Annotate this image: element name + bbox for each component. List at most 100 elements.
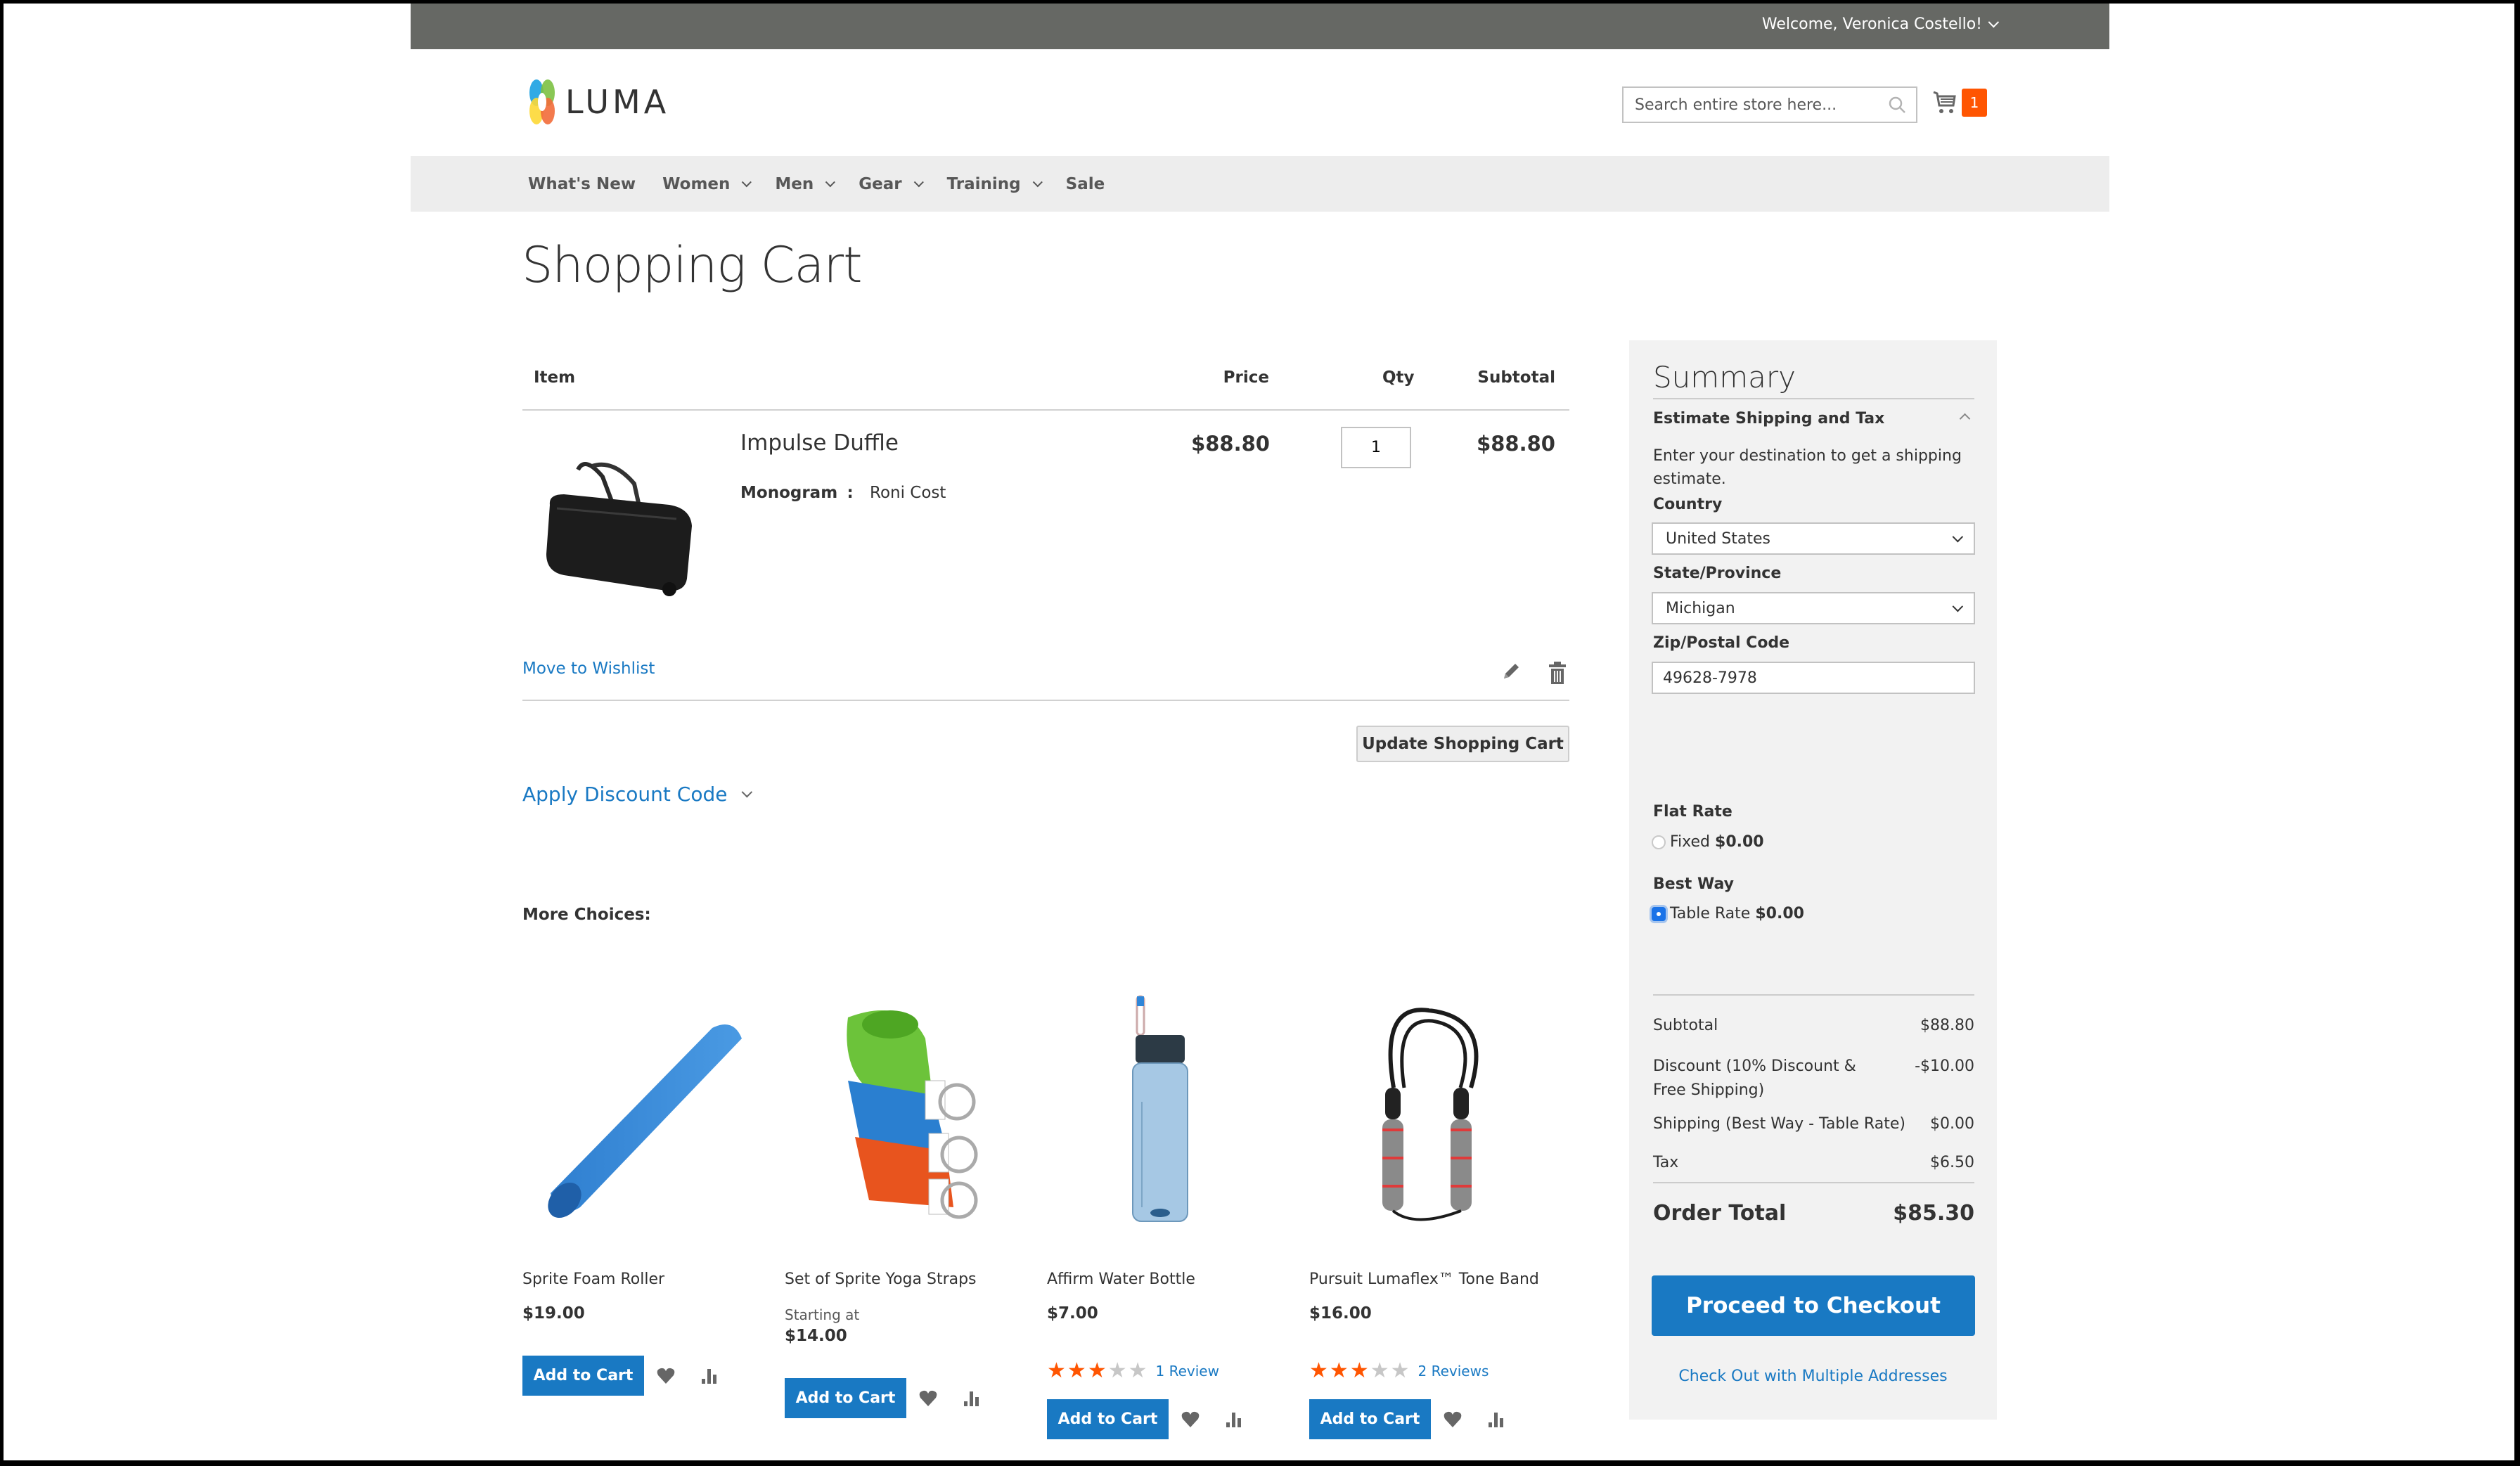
chevron-down-icon <box>913 176 924 187</box>
state-label: State/Province <box>1653 565 1782 582</box>
order-total-divider <box>1653 1182 1974 1183</box>
star-empty-icon: ★ <box>1107 1358 1127 1383</box>
logo[interactable]: LUMA <box>529 79 669 125</box>
minicart[interactable]: 1 <box>1932 89 1987 117</box>
table-header-divider <box>522 409 1569 411</box>
nav-label: Training <box>946 174 1021 193</box>
state-select[interactable]: Michigan <box>1652 592 1975 624</box>
add-to-cart-button[interactable]: Add to Cart <box>785 1378 906 1418</box>
add-to-wishlist-button[interactable] <box>918 1388 939 1409</box>
star-filled-icon: ★ <box>1087 1358 1107 1383</box>
search-icon[interactable] <box>1888 96 1906 114</box>
product-image-water-bottle[interactable] <box>1047 989 1288 1230</box>
column-header-price: Price <box>1223 368 1269 387</box>
edit-item-button[interactable] <box>1500 661 1522 682</box>
search-box[interactable] <box>1622 86 1917 123</box>
add-to-compare-button[interactable] <box>961 1388 982 1409</box>
add-to-cart-button[interactable]: Add to Cart <box>1047 1399 1169 1439</box>
state-value: Michigan <box>1666 599 1735 617</box>
product-image-impulse-duffle[interactable] <box>536 456 709 603</box>
rating-summary: ★ ★ ★ ★ ★ 2 Reviews <box>1309 1361 1489 1382</box>
nav-item-sale[interactable]: Sale <box>1066 175 1105 193</box>
chevron-down-icon <box>1032 176 1043 187</box>
zip-input[interactable] <box>1652 662 1975 694</box>
totals-label: Tax <box>1653 1154 1679 1171</box>
reviews-link[interactable]: 2 Reviews <box>1418 1363 1489 1380</box>
star-empty-icon: ★ <box>1370 1358 1389 1383</box>
product-name-link[interactable]: Sprite Foam Roller <box>522 1271 664 1288</box>
totals-value: $6.50 <box>1930 1154 1974 1171</box>
star-filled-icon: ★ <box>1067 1358 1086 1383</box>
add-to-wishlist-button[interactable] <box>1442 1409 1463 1430</box>
product-name-link[interactable]: Affirm Water Bottle <box>1047 1271 1195 1288</box>
add-to-cart-button[interactable]: Add to Cart <box>522 1356 644 1396</box>
totals-row-discount: Discount (10% Discount & Free Shipping) … <box>1653 1055 1974 1102</box>
remove-item-button[interactable] <box>1547 661 1568 685</box>
cart-summary: Summary Estimate Shipping and Tax Enter … <box>1629 340 1997 1420</box>
totals-row-shipping: Shipping (Best Way - Table Rate) $0.00 <box>1653 1115 1974 1133</box>
product-price: $14.00 <box>785 1327 847 1345</box>
carrier-title: Flat Rate <box>1653 803 1732 821</box>
add-to-cart-button[interactable]: Add to Cart <box>1309 1399 1431 1439</box>
shipping-option-flat-rate[interactable]: Fixed $0.00 <box>1652 833 1764 851</box>
cart-item-subtotal: $88.80 <box>1477 432 1555 456</box>
water-bottle-image <box>1132 995 1188 1222</box>
add-to-compare-button[interactable] <box>699 1365 720 1387</box>
column-header-qty: Qty <box>1382 368 1415 387</box>
nav-item-men[interactable]: Men <box>775 175 836 193</box>
chevron-down-icon <box>825 176 836 187</box>
rating-stars: ★ ★ ★ ★ ★ <box>1047 1361 1148 1382</box>
nav-item-whats-new[interactable]: What's New <box>528 175 636 193</box>
totals-label: Shipping (Best Way - Table Rate) <box>1653 1115 1905 1133</box>
option-label: Monogram <box>740 484 838 502</box>
main-navigation: What's New Women Men Gear Training Sale <box>411 156 2109 212</box>
add-to-compare-button[interactable] <box>1486 1409 1507 1430</box>
pencil-icon <box>1504 664 1519 679</box>
cart-count-badge: 1 <box>1962 89 1987 117</box>
more-choices-heading: More Choices: <box>522 906 651 924</box>
product-image-foam-roller[interactable] <box>522 989 764 1230</box>
luma-logo-icon <box>529 79 555 124</box>
chevron-up-icon <box>1959 413 1971 425</box>
cart-item-price: $88.80 <box>1191 432 1270 456</box>
heart-icon <box>919 1390 937 1406</box>
totals-value: $88.80 <box>1920 1017 1974 1034</box>
update-cart-button[interactable]: Update Shopping Cart <box>1356 726 1569 762</box>
move-to-wishlist-link[interactable]: Move to Wishlist <box>522 660 655 678</box>
shipping-option-table-rate[interactable]: Table Rate $0.00 <box>1652 905 1804 922</box>
cart-item-option: Monogram : Roni Cost <box>740 484 946 502</box>
estimate-shipping-toggle[interactable]: Estimate Shipping and Tax <box>1653 410 1974 427</box>
chevron-down-icon <box>742 786 753 798</box>
customer-menu[interactable]: Welcome, Veronica Costello! <box>1762 15 2000 33</box>
nav-item-women[interactable]: Women <box>662 174 752 193</box>
product-image-tone-band[interactable] <box>1309 989 1550 1230</box>
search-input[interactable] <box>1633 95 1888 115</box>
compare-icon <box>964 1391 979 1406</box>
add-to-wishlist-button[interactable] <box>1180 1409 1201 1430</box>
cart-icon <box>1933 91 1956 113</box>
nav-label: Women <box>662 174 731 193</box>
product-name-link[interactable]: Pursuit Lumaflex™ Tone Band <box>1309 1271 1539 1288</box>
shipping-method: Fixed <box>1670 833 1711 851</box>
page-title: Shopping Cart <box>522 236 863 294</box>
cart-item-name[interactable]: Impulse Duffle <box>740 430 899 456</box>
order-total-label: Order Total <box>1653 1201 1787 1226</box>
proceed-to-checkout-button[interactable]: Proceed to Checkout <box>1652 1275 1975 1336</box>
multiple-addresses-link[interactable]: Check Out with Multiple Addresses <box>1629 1368 1997 1385</box>
radio-button-selected[interactable] <box>1652 907 1666 921</box>
reviews-link[interactable]: 1 Review <box>1156 1363 1219 1380</box>
apply-discount-toggle[interactable]: Apply Discount Code <box>522 783 753 806</box>
qty-input[interactable] <box>1341 427 1411 468</box>
radio-button[interactable] <box>1652 835 1666 849</box>
compare-icon <box>702 1369 716 1384</box>
add-to-wishlist-button[interactable] <box>655 1365 676 1387</box>
product-image-yoga-straps[interactable] <box>785 989 1026 1230</box>
nav-item-training[interactable]: Training <box>946 174 1043 193</box>
country-select[interactable]: United States <box>1652 522 1975 555</box>
estimate-description: Enter your destination to get a shipping… <box>1653 447 1962 488</box>
nav-item-gear[interactable]: Gear <box>859 175 924 193</box>
product-name-link[interactable]: Set of Sprite Yoga Straps <box>785 1271 977 1288</box>
add-to-compare-button[interactable] <box>1223 1409 1245 1430</box>
nav-label: Sale <box>1065 174 1105 193</box>
screenshot-border <box>0 0 2520 1466</box>
